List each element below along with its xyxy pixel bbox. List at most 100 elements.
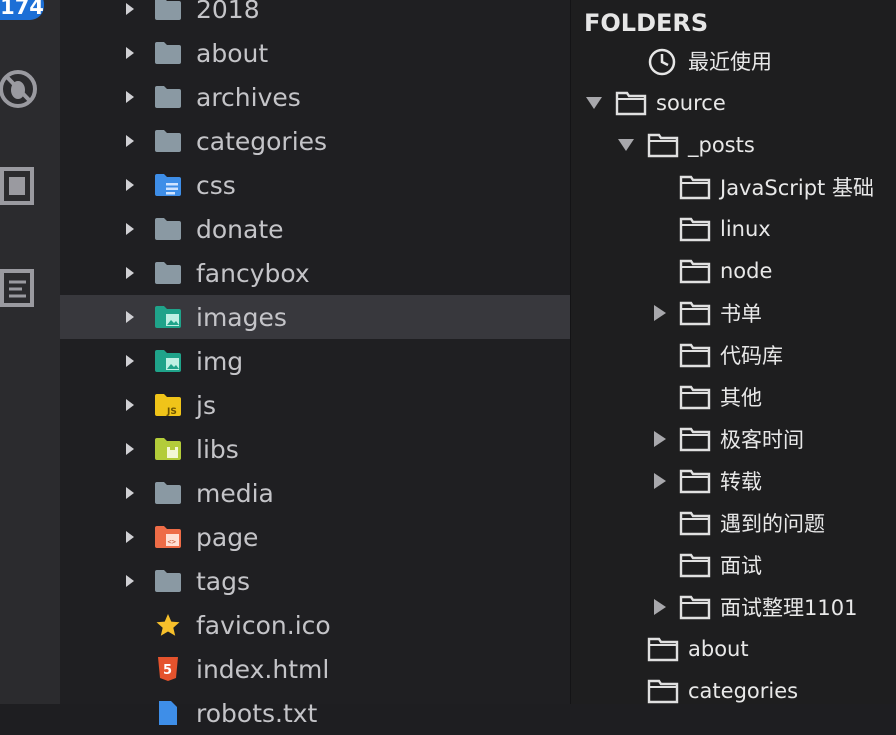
svg-text:5: 5 (163, 663, 172, 678)
explorer-item-label: js (196, 390, 216, 420)
folders-item[interactable]: node (571, 251, 896, 291)
explorer-item[interactable]: about (60, 31, 570, 75)
explorer-item[interactable]: fancybox (60, 251, 570, 295)
folders-panel: FOLDERS 最近使用 source _posts JavaScript 基础 lin… (571, 0, 896, 704)
folders-item[interactable]: 其他 (571, 377, 896, 417)
folders-item-label: categories (688, 679, 799, 703)
chevron-right-icon[interactable] (123, 266, 137, 280)
explorer-item-label: categories (196, 126, 328, 156)
chevron-right-icon[interactable] (123, 178, 137, 192)
triangle-down-icon[interactable] (617, 136, 635, 154)
folder-outline-icon (679, 510, 711, 536)
explorer-item-label: robots.txt (196, 698, 318, 728)
folders-item[interactable]: 极客时间 (571, 419, 896, 459)
folder-outline-icon (679, 342, 711, 368)
chevron-right-icon[interactable] (123, 222, 137, 236)
folders-item[interactable]: source (571, 83, 896, 123)
folders-item-label: 转载 (720, 470, 762, 494)
activity-bar: 174 (0, 0, 60, 704)
explorer-item[interactable]: JS js (60, 383, 570, 427)
folders-item-label: 极客时间 (720, 428, 804, 452)
triangle-right-icon[interactable] (651, 598, 669, 616)
explorer-item-label: about (196, 38, 269, 68)
chevron-right-icon[interactable] (123, 46, 137, 60)
chevron-right-icon[interactable] (123, 134, 137, 148)
folders-item[interactable]: 代码库 (571, 335, 896, 375)
explorer-item[interactable]: img (60, 339, 570, 383)
explorer-item-label: media (196, 478, 274, 508)
folders-item[interactable]: _posts (571, 125, 896, 165)
explorer-item-label: page (196, 522, 259, 552)
svg-text:<>: <> (168, 538, 176, 546)
chevron-right-icon[interactable] (123, 442, 137, 456)
explorer-item[interactable]: libs (60, 427, 570, 471)
folder-outline-icon (679, 216, 711, 242)
folder-outline-icon (647, 132, 679, 158)
explorer-item[interactable]: 2018 (60, 0, 570, 31)
folders-item-label: 代码库 (720, 344, 783, 368)
explorer-item-label: 2018 (196, 0, 260, 24)
folder-icon (154, 261, 182, 285)
clock-icon (647, 48, 679, 76)
explorer-item[interactable]: images (60, 295, 570, 339)
folders-item[interactable]: 面试 (571, 545, 896, 585)
explorer-item[interactable]: 5 index.html (60, 647, 570, 691)
explorer-item-label: index.html (196, 654, 330, 684)
explorer-item[interactable]: categories (60, 119, 570, 163)
folders-item[interactable]: 书单 (571, 293, 896, 333)
folders-item[interactable]: 遇到的问题 (571, 503, 896, 543)
explorer-item-label: css (196, 170, 236, 200)
folders-item-label: 面试 (720, 554, 762, 578)
folders-item-label: linux (720, 217, 771, 241)
output-panel-icon[interactable] (0, 262, 40, 314)
folder-icon (154, 0, 182, 21)
explorer-item[interactable]: media (60, 471, 570, 515)
notification-badge[interactable]: 174 (0, 0, 44, 20)
folders-item[interactable]: 转载 (571, 461, 896, 501)
folders-title: FOLDERS (584, 9, 709, 37)
libs-folder-icon (154, 437, 182, 461)
chevron-right-icon[interactable] (123, 354, 137, 368)
chevron-right-icon[interactable] (123, 2, 137, 16)
triangle-down-icon[interactable] (585, 94, 603, 112)
explorer-item-label: img (196, 346, 244, 376)
folder-outline-icon (679, 384, 711, 410)
chevron-right-icon[interactable] (123, 90, 137, 104)
chevron-right-icon[interactable] (123, 530, 137, 544)
chevron-right-icon[interactable] (123, 310, 137, 324)
debug-disabled-icon[interactable] (0, 62, 40, 114)
explorer-item[interactable]: favicon.ico (60, 603, 570, 647)
folder-outline-icon (679, 300, 711, 326)
chevron-right-icon[interactable] (123, 574, 137, 588)
triangle-right-icon[interactable] (651, 430, 669, 448)
folders-item[interactable]: JavaScript 基础 (571, 167, 896, 207)
images-folder-icon (154, 305, 182, 329)
explorer-item[interactable]: <> page (60, 515, 570, 559)
chevron-right-icon[interactable] (123, 486, 137, 500)
folder-outline-icon (679, 174, 711, 200)
folder-outline-icon (679, 468, 711, 494)
folders-item-label: node (720, 259, 773, 283)
folders-item[interactable]: linux (571, 209, 896, 249)
folders-item[interactable]: 最近使用 (571, 41, 896, 81)
explorer-item[interactable]: robots.txt (60, 691, 570, 735)
triangle-right-icon[interactable] (651, 304, 669, 322)
chevron-right-icon[interactable] (123, 398, 137, 412)
extensions-icon[interactable] (0, 160, 40, 212)
folders-item-label: 面试整理1101 (720, 596, 858, 620)
explorer-item[interactable]: tags (60, 559, 570, 603)
folders-item[interactable]: about (571, 629, 896, 669)
triangle-right-icon[interactable] (651, 472, 669, 490)
explorer-item[interactable]: css (60, 163, 570, 207)
text-file-icon (154, 701, 182, 725)
folder-outline-icon (679, 552, 711, 578)
folder-icon (154, 569, 182, 593)
explorer-item[interactable]: archives (60, 75, 570, 119)
file-explorer: 2018 about archives categories css donate fanc… (60, 0, 571, 728)
explorer-item-label: fancybox (196, 258, 310, 288)
folders-item[interactable]: 面试整理1101 (571, 587, 896, 627)
explorer-item[interactable]: donate (60, 207, 570, 251)
svg-text:JS: JS (166, 407, 177, 417)
folders-item[interactable]: categories (571, 671, 896, 711)
folders-item-label: JavaScript 基础 (720, 176, 874, 200)
